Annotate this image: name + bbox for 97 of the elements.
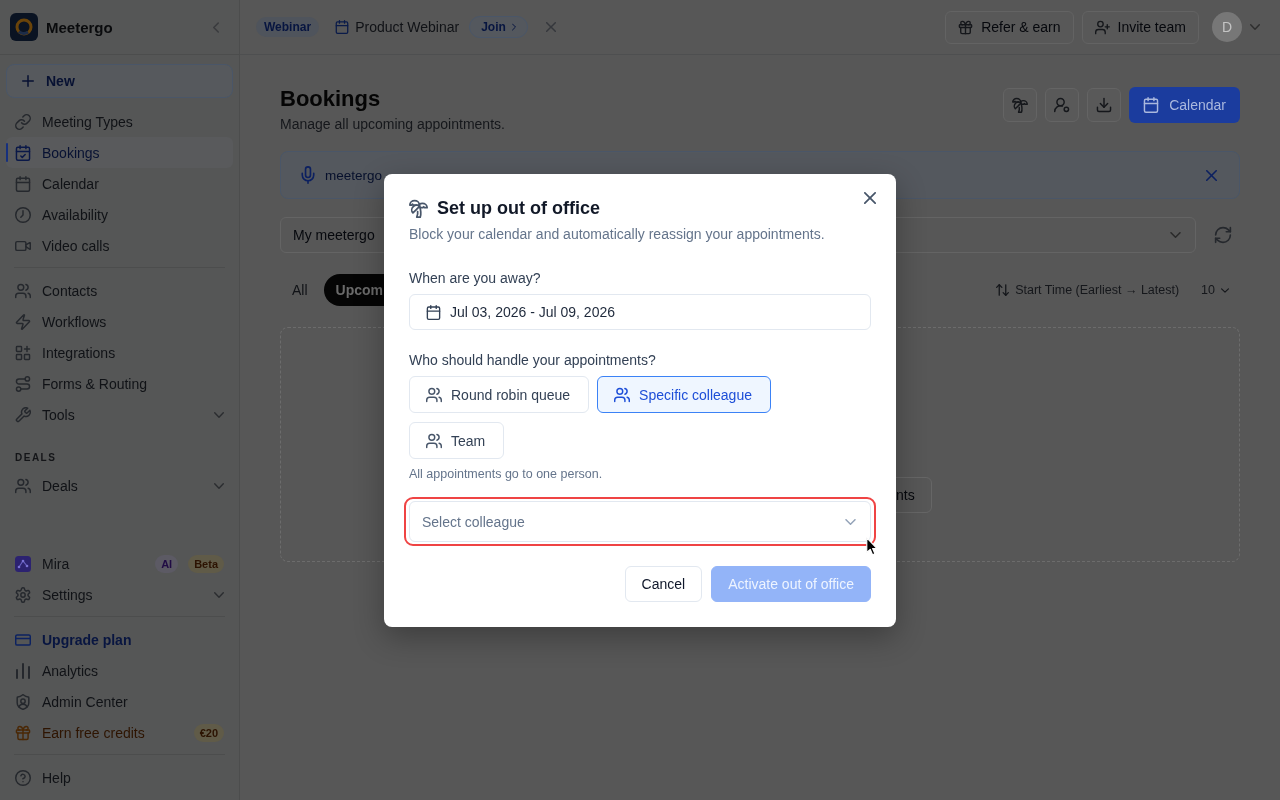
nav-item[interactable]: Mira AI Beta (6, 548, 233, 579)
calendar-icon (15, 175, 31, 192)
nav-item[interactable]: Admin Center (6, 686, 233, 717)
users-icon (15, 477, 31, 494)
user-gear-icon (1054, 97, 1071, 113)
users-icon (15, 282, 31, 299)
page-size-dropdown[interactable]: 10 (1201, 283, 1229, 297)
gift-icon (958, 19, 974, 35)
nav-item[interactable]: Integrations (6, 337, 233, 368)
field-label: Who should handle your appointments? (409, 351, 657, 370)
banner-text: meetergo (325, 167, 383, 183)
event-type-badge: Webinar (256, 17, 320, 37)
download-button[interactable] (1087, 88, 1122, 122)
settings-icon (15, 586, 31, 603)
chevron-down-icon (1221, 287, 1229, 293)
palm-tree-icon (1012, 97, 1029, 113)
clock-icon (15, 206, 31, 223)
ai-badge: AI (155, 554, 179, 573)
out-of-office-button[interactable] (1003, 88, 1038, 122)
nav-item[interactable]: Workflows (6, 306, 233, 337)
shield-user-icon (15, 693, 31, 710)
gift-icon (15, 724, 31, 741)
chevron-down-icon (1170, 232, 1181, 238)
invite-button[interactable]: Invite team (1081, 10, 1199, 44)
chevron-down-icon (214, 591, 224, 598)
credit-badge: €20 (193, 723, 224, 742)
user-plus-icon (1094, 19, 1110, 35)
refer-button[interactable]: Refer & earn (945, 10, 1074, 44)
nav-item[interactable]: Calendar (6, 168, 233, 199)
link-icon (15, 113, 31, 130)
nav-item[interactable]: Forms & Routing (6, 368, 233, 399)
nav-item[interactable]: Video calls (6, 230, 233, 261)
chevron-down-icon (845, 518, 856, 525)
user-settings-button[interactable] (1045, 88, 1080, 122)
wrench-icon (15, 406, 31, 423)
plus-icon (22, 75, 34, 87)
chevron-left-icon[interactable] (213, 21, 219, 33)
chevron-right-icon (511, 23, 516, 31)
filter-tab[interactable]: Upcom (323, 274, 386, 306)
nav-item[interactable]: Settings (6, 579, 233, 610)
nav-item[interactable]: Earn free credits €20 (6, 717, 233, 748)
hint-text: All appointments go to one person. (409, 466, 604, 482)
cancel-button[interactable]: Cancel (624, 566, 703, 602)
colleague-select[interactable]: Select colleague (409, 501, 871, 542)
download-icon (1096, 97, 1113, 113)
sort-dropdown[interactable]: Start Time (Earliest → Latest) (996, 283, 1180, 297)
nav-item[interactable]: Availability (6, 199, 233, 230)
dialog-title: Set up out of office (437, 197, 600, 220)
field-label: When are you away? (409, 269, 542, 288)
bar-chart-icon (15, 662, 31, 679)
calendar-icon (1143, 97, 1160, 113)
help-icon (15, 769, 31, 786)
nav-item[interactable]: Meeting Types (6, 106, 233, 137)
filter-tab[interactable]: All (280, 274, 320, 306)
nav-item[interactable]: Analytics (6, 655, 233, 686)
users-icon (614, 386, 631, 403)
calendar-button[interactable]: Calendar (1129, 87, 1240, 123)
chevron-down-icon[interactable] (1250, 24, 1260, 30)
calendar-icon (426, 304, 441, 320)
beta-badge: Beta (188, 554, 224, 573)
palm-tree-icon (409, 198, 428, 218)
refresh-icon[interactable] (1214, 226, 1232, 244)
route-icon (15, 375, 31, 392)
event-title: Product Webinar (355, 19, 460, 35)
nav-item[interactable]: Help (6, 762, 233, 793)
page-subtitle: Manage all upcoming appointments. (280, 115, 505, 133)
date-range-field[interactable]: Jul 03, 2026 - Jul 09, 2026 (409, 294, 871, 330)
calendar-icon (335, 20, 350, 34)
network-tile-icon (15, 555, 31, 572)
nav-item[interactable]: Bookings (6, 137, 233, 168)
credit-card-icon (15, 631, 31, 648)
blocks-icon (15, 344, 31, 361)
handler-option[interactable]: Team (409, 422, 505, 459)
join-button[interactable]: Join (469, 16, 528, 38)
nav-item[interactable]: Contacts (6, 275, 233, 306)
microphone-icon (301, 166, 315, 184)
app-logo-icon (10, 13, 38, 41)
section-heading: DEALS (15, 452, 58, 464)
handler-option[interactable]: Specific colleague (597, 376, 771, 413)
users-icon (426, 432, 442, 449)
chevron-down-icon (214, 482, 224, 489)
mouse-pointer-icon (866, 537, 878, 556)
calendar-check-icon (15, 144, 31, 161)
brand-name: Meetergo (46, 18, 113, 36)
avatar[interactable]: D (1212, 12, 1242, 42)
close-icon[interactable] (864, 192, 876, 204)
handler-option[interactable]: Round robin queue (409, 376, 590, 413)
new-button[interactable]: New (6, 64, 233, 98)
chevron-down-icon (214, 411, 224, 418)
sort-arrows-icon (996, 284, 1010, 296)
nav-item[interactable]: Upgrade plan (6, 624, 233, 655)
lightning-icon (15, 313, 31, 330)
dialog-subtitle: Block your calendar and automatically reassign your appointments. (409, 225, 826, 244)
users-icon (426, 386, 442, 403)
nav-item[interactable]: Tools (6, 399, 233, 430)
nav-item[interactable]: Deals (6, 470, 233, 501)
page-title: Bookings (280, 85, 382, 113)
